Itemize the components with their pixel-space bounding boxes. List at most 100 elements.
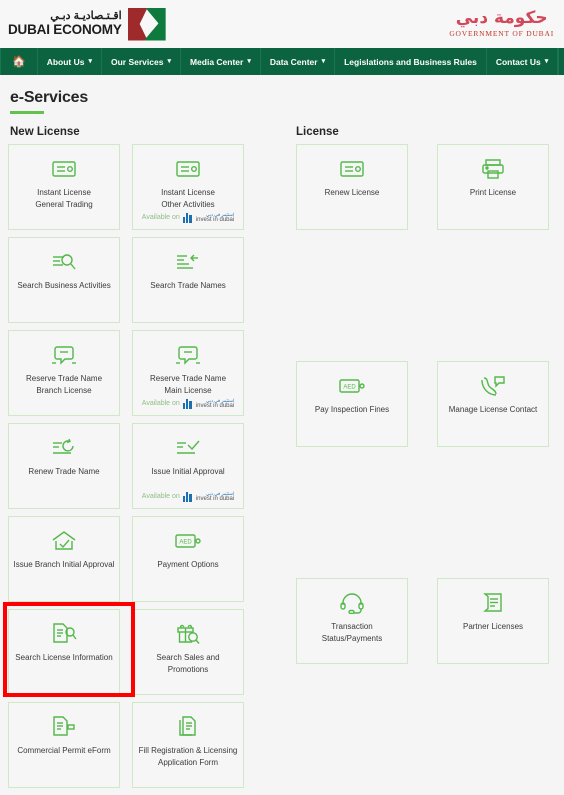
tile-print-license[interactable]: Print License — [437, 144, 549, 230]
tile-partner-licenses[interactable]: Partner Licenses — [437, 578, 549, 664]
tile-search-sales-and-promotions[interactable]: Search Sales and Promotions — [132, 609, 244, 695]
tile-label: Fill Registration & Licensing Applicatio… — [135, 745, 242, 768]
invest-bold: invest in — [195, 496, 218, 502]
invest-light: dubai — [217, 496, 235, 502]
logo-english-text: DUBAI ECONOMY — [8, 22, 122, 38]
tile-line1: Instant License — [37, 188, 91, 197]
tile-reserve-trade-name-branch-license[interactable]: Reserve Trade Name Branch License — [8, 330, 120, 416]
main-navigation: 🏠 About Us ▾ Our Services ▾ Media Center… — [0, 48, 564, 75]
tile-line1: Reserve Trade Name — [25, 374, 103, 383]
available-on-invest-in-dubai-badge: Available on استثمر في دبي invest in dub… — [133, 491, 243, 502]
tile-label: Search Trade Names — [146, 280, 230, 292]
phone-chat-icon — [480, 373, 506, 399]
invest-bold: invest in — [195, 217, 218, 223]
tile-line1: Partner Licenses — [462, 622, 524, 631]
gov-arabic-text: حكومة دبي — [455, 8, 549, 29]
tile-instant-license-other-activities[interactable]: Instant License Other Activities Availab… — [132, 144, 244, 230]
tile-manage-license-contact[interactable]: Manage License Contact — [437, 361, 549, 447]
available-on-label: Available on — [141, 214, 180, 222]
tile-line1: Payment Options — [157, 560, 219, 569]
tile-line2: Application Form — [157, 757, 219, 767]
tile-renew-trade-name[interactable]: Renew Trade Name — [8, 423, 120, 509]
tile-label: Reserve Trade Name Branch License — [22, 373, 106, 396]
nav-data-center[interactable]: Data Center ▾ — [261, 48, 336, 75]
invest-english: invest in dubai — [196, 403, 234, 409]
page-title: e-Services — [10, 89, 89, 106]
tile-label: Search License Information — [11, 652, 116, 664]
tile-line1: Manage License Contact — [448, 405, 538, 414]
tile-label: Search Sales and Promotions — [133, 652, 243, 675]
tile-reserve-trade-name-main-license[interactable]: Reserve Trade Name Main License Availabl… — [132, 330, 244, 416]
invest-in-dubai-logo: استثمر في دبي invest in dubai — [182, 212, 234, 223]
license-card-icon — [340, 156, 364, 182]
tile-label: Issue Initial Approval — [147, 466, 228, 478]
tile-renew-license[interactable]: Renew License — [296, 144, 408, 230]
tile-label: Transaction Status/Payments — [297, 621, 407, 644]
section-heading-license: License — [296, 126, 339, 138]
tile-label: Partner Licenses — [459, 621, 527, 633]
invest-light: dubai — [217, 403, 235, 409]
tile-commercial-permit-eform[interactable]: Commercial Permit eForm — [8, 702, 120, 788]
available-on-invest-in-dubai-badge: Available on استثمر في دبي invest in dub… — [133, 212, 243, 223]
tile-line1: Issue Branch Initial Approval — [13, 560, 115, 569]
nav-legislations-and-business-rules[interactable]: Legislations and Business Rules — [335, 48, 487, 75]
gov-english-text: GOVERNMENT OF DUBAI — [449, 29, 554, 39]
tile-label: Commercial Permit eForm — [13, 745, 114, 757]
tile-line1: Issue Initial Approval — [151, 467, 225, 476]
building-icon — [182, 212, 194, 223]
nav-our-services[interactable]: Our Services ▾ — [102, 48, 181, 75]
nav-language-arabic[interactable]: العربي — [559, 48, 564, 75]
nav-about-us[interactable]: About Us ▾ — [38, 48, 102, 75]
invest-in-dubai-logo: استثمر في دبي invest in dubai — [182, 491, 235, 502]
tile-search-business-activities[interactable]: Search Business Activities — [8, 237, 120, 323]
document-permit-icon — [51, 714, 77, 740]
tile-line1: Search Business Activities — [17, 281, 111, 290]
tile-label: Pay Inspection Fines — [311, 404, 393, 416]
tile-line1: Print License — [469, 188, 517, 197]
tile-line1: Fill Registration & Licensing — [138, 746, 238, 755]
nav-contact-us[interactable]: Contact Us ▾ — [487, 48, 559, 75]
tile-label: Search Business Activities — [13, 280, 114, 292]
gift-search-icon — [175, 621, 201, 647]
tile-issue-branch-initial-approval[interactable]: Issue Branch Initial Approval — [8, 516, 120, 602]
tile-instant-license-general-trading[interactable]: Instant License General Trading — [8, 144, 120, 230]
tile-pay-inspection-fines[interactable]: AED Pay Inspection Fines — [296, 361, 408, 447]
nav-label: Contact Us — [495, 56, 541, 67]
list-refresh-icon — [51, 435, 77, 461]
new-license-tile-grid: Instant License General Trading Instant … — [8, 144, 296, 795]
tile-label: Manage License Contact — [445, 404, 542, 416]
tile-label: Renew License — [321, 187, 384, 199]
tile-line2: Other Activities — [161, 199, 215, 209]
license-card-icon — [176, 156, 200, 182]
tile-payment-options[interactable]: AED Payment Options — [132, 516, 244, 602]
dubai-economy-logo[interactable]: اقـتـصاديـة دبـي DUBAI ECONOMY — [8, 7, 166, 41]
headset-icon — [339, 590, 365, 616]
tile-label: Instant License Other Activities — [157, 187, 219, 210]
svg-text:AED: AED — [179, 540, 192, 546]
invest-in-dubai-logo: استثمر في دبي invest in dubai — [182, 398, 234, 409]
document-lines-icon — [481, 590, 505, 616]
building-icon — [182, 491, 194, 502]
nav-label: Our Services — [111, 56, 164, 67]
tile-line1: Search Trade Names — [150, 281, 226, 290]
nav-media-center[interactable]: Media Center ▾ — [181, 48, 261, 75]
speech-bubble-icon — [175, 342, 201, 368]
search-list-icon — [51, 249, 77, 275]
aed-card-icon: AED — [339, 373, 365, 399]
title-underline — [10, 111, 44, 114]
svg-text:AED: AED — [343, 385, 356, 391]
chevron-down-icon: ▾ — [88, 58, 92, 65]
logo-arabic-text: اقـتـصاديـة دبـي — [50, 10, 122, 23]
nav-label: Media Center — [189, 56, 244, 67]
tile-line1: Search License Information — [15, 653, 113, 662]
tile-transaction-status-payments[interactable]: Transaction Status/Payments — [296, 578, 408, 664]
tile-search-license-information[interactable]: Search License Information — [8, 609, 120, 695]
nav-home[interactable]: 🏠 — [0, 48, 38, 75]
available-on-label: Available on — [141, 493, 180, 501]
tile-issue-initial-approval[interactable]: Issue Initial Approval Available on استث… — [132, 423, 244, 509]
page-content: e-Services New License License Instant L… — [0, 89, 564, 795]
tile-fill-registration-and-licensing-application-form[interactable]: Fill Registration & Licensing Applicatio… — [132, 702, 244, 788]
list-arrow-icon — [175, 249, 201, 275]
tile-search-trade-names[interactable]: Search Trade Names — [132, 237, 244, 323]
tile-line1: Reserve Trade Name — [149, 374, 227, 383]
